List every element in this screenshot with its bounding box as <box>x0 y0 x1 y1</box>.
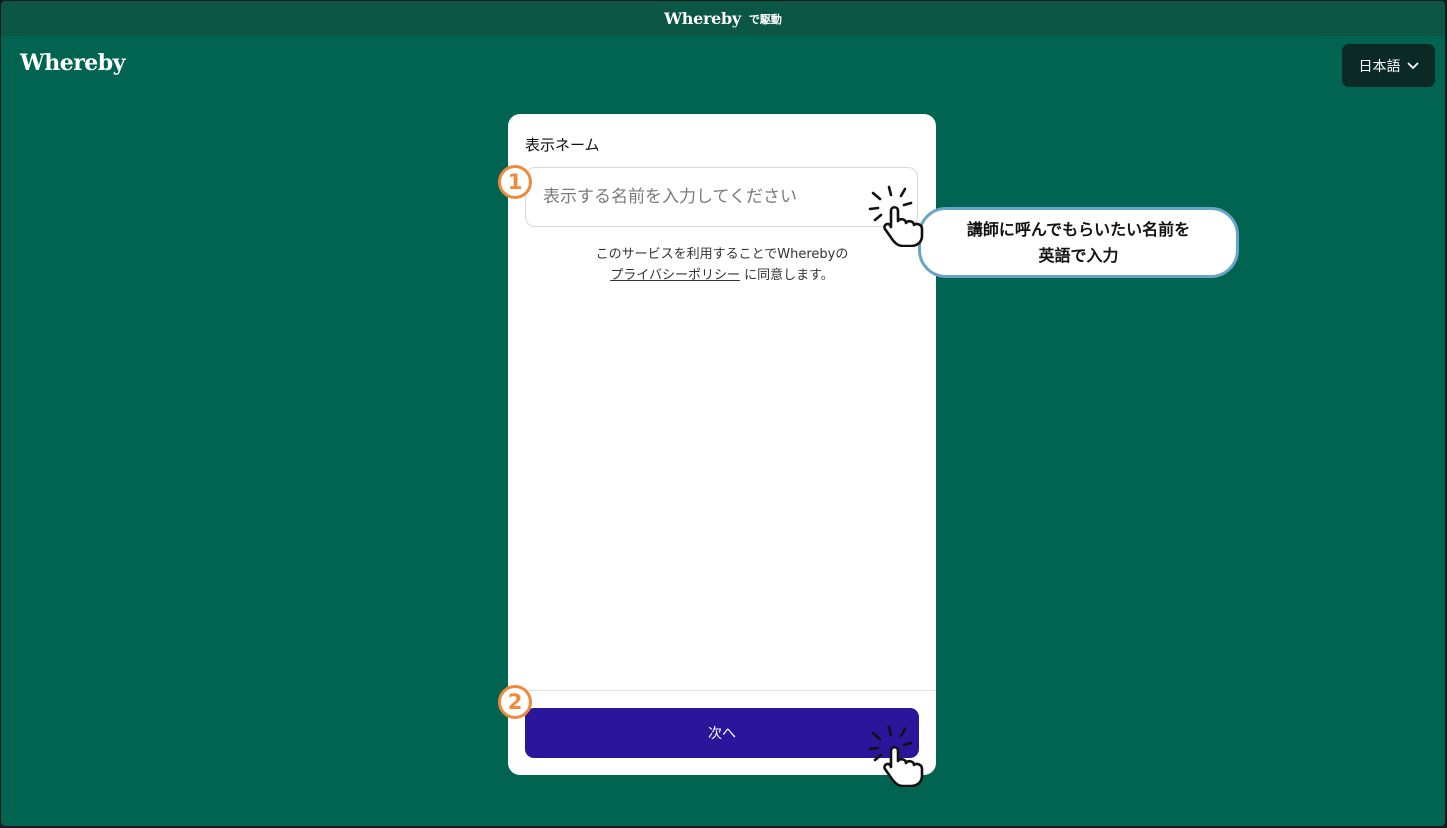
callout-line-1: 講師に呼んでもらいたい名前を <box>966 219 1191 239</box>
powered-by-bar: Whereby で駆動 <box>1 1 1445 36</box>
step-1-badge: 1 <box>498 165 532 199</box>
topbar-brand: Whereby <box>664 9 741 28</box>
language-label: 日本語 <box>1358 58 1401 75</box>
pointing-hand-icon <box>868 725 924 787</box>
terms-suffix: に同意します。 <box>739 268 834 283</box>
app-window: Whereby で駆動 Whereby 日本語 表示ネーム このサービスを利用す… <box>1 1 1445 826</box>
chevron-down-icon <box>1407 62 1418 69</box>
step-2-badge: 2 <box>498 685 532 719</box>
display-name-input[interactable] <box>525 167 918 227</box>
language-select-button[interactable]: 日本語 <box>1342 44 1435 87</box>
next-button[interactable]: 次へ <box>525 708 919 758</box>
display-name-label: 表示ネーム <box>525 136 600 154</box>
privacy-policy-link[interactable]: プライバシーポリシー <box>610 268 740 283</box>
instruction-callout: 講師に呼んでもらいたい名前を 英語で入力 <box>918 207 1239 278</box>
pointing-hand-icon <box>868 185 924 247</box>
whereby-logo[interactable]: Whereby <box>20 50 125 76</box>
terms-text: このサービスを利用することでWherebyの <box>595 247 849 262</box>
terms-notice: このサービスを利用することでWherebyの プライバシーポリシー に同意します… <box>508 244 936 286</box>
powered-by-text: で駆動 <box>748 12 782 26</box>
card-divider <box>508 690 936 691</box>
callout-line-2: 英語で入力 <box>1038 245 1119 265</box>
